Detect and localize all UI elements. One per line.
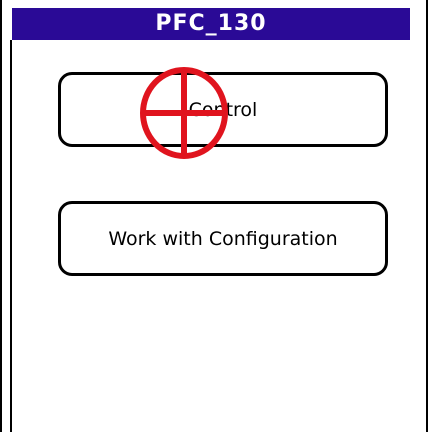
control-button[interactable]: Control	[58, 72, 388, 147]
screen-border	[10, 40, 12, 432]
app-title-bar: PFC_130	[12, 8, 410, 40]
work-with-configuration-button-label: Work with Configuration	[108, 227, 338, 250]
control-button-label: Control	[188, 98, 258, 121]
palm-screen: PFC_130 Control Work with Configuration	[0, 0, 428, 432]
app-title: PFC_130	[155, 11, 267, 36]
work-with-configuration-button[interactable]: Work with Configuration	[58, 201, 388, 276]
